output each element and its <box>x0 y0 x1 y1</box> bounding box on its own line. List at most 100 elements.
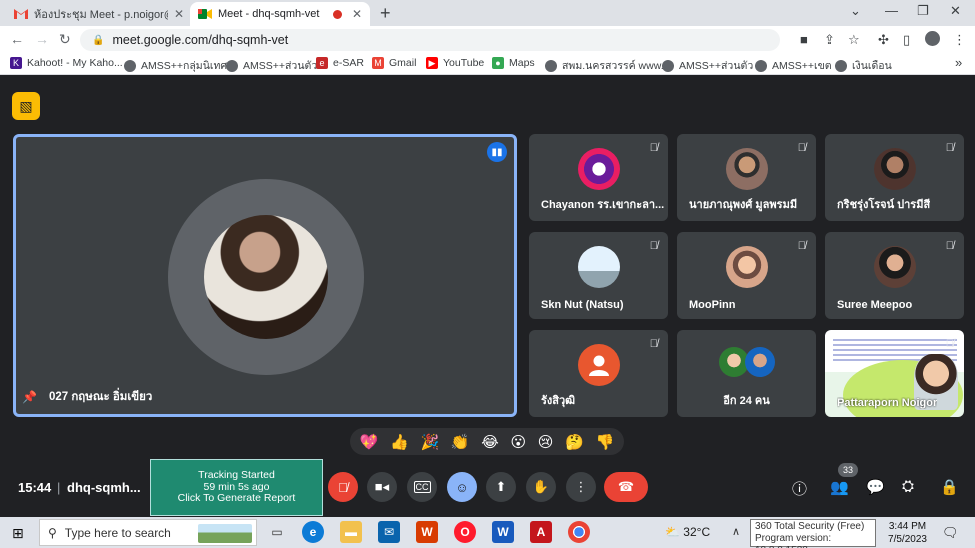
mic-toggle-button[interactable]: 🎙̸ <box>328 472 358 502</box>
file-explorer-icon[interactable]: ▬ <box>340 521 362 543</box>
participant-tile[interactable]: 🎙̸ กริชรุ่งโรจน์ ปารมีสี <box>825 134 964 221</box>
bookmark-star-icon[interactable]: ☆ <box>848 32 860 48</box>
mic-off-icon: 🎙̸ <box>649 240 658 252</box>
bookmark-amss-district[interactable]: AMSS++เขต <box>755 57 832 74</box>
present-screen-icon: ⬆ <box>495 479 507 494</box>
camera-in-use-icon[interactable]: ■ <box>800 32 808 47</box>
more-participants-tile[interactable]: อีก 24 คน <box>677 330 816 417</box>
tab-meet[interactable]: Meet - dhq-sqmh-vet ✕ <box>190 2 370 26</box>
thumbs-down-reaction[interactable]: 👎 <box>595 433 614 451</box>
globe-icon <box>755 59 767 72</box>
leave-call-button[interactable]: ☎ <box>604 472 648 502</box>
tracking-report-button[interactable]: Tracking Started 59 min 5s ago Click To … <box>150 459 323 516</box>
tab-search-icon[interactable]: ⌄ <box>850 3 861 19</box>
windows-start-icon[interactable]: ⊞ <box>12 525 24 542</box>
wps-office-icon[interactable]: W <box>416 521 438 543</box>
meeting-code[interactable]: dhq-sqmh... <box>67 480 141 495</box>
more-options-button[interactable]: ⋮ <box>566 472 596 502</box>
participant-tile[interactable]: 🎙̸ นายภาณุพงศ์ มูลพรมมี <box>677 134 816 221</box>
participant-tile[interactable]: 🎙̸ รังสิวุฒิ <box>529 330 668 417</box>
captions-off-icon: ▧ <box>19 97 33 114</box>
pin-icon[interactable]: 📌 <box>22 390 37 404</box>
close-window-icon[interactable]: ✕ <box>950 3 961 19</box>
tracking-status: Tracking Started <box>198 469 275 481</box>
meeting-details-icon[interactable]: ⓘ <box>792 478 807 499</box>
surprised-reaction[interactable]: 😮 <box>510 433 526 451</box>
tab-gmail-meet-room[interactable]: ห้องประชุม Meet - p.noigor@gmai ✕ <box>6 2 192 26</box>
address-bar[interactable]: 🔒 meet.google.com/dhq-sqmh-vet <box>80 29 780 51</box>
activities-icon[interactable]: ⛭ <box>902 478 914 495</box>
close-tab-icon[interactable]: ✕ <box>174 7 184 21</box>
reload-icon[interactable]: ↻ <box>59 31 71 48</box>
crying-reaction[interactable]: 😢 <box>538 433 554 451</box>
chrome-icon[interactable] <box>568 521 590 543</box>
back-icon[interactable]: ← <box>10 31 24 47</box>
globe-icon <box>226 59 238 72</box>
profile-avatar[interactable] <box>925 31 940 46</box>
bookmark-youtube[interactable]: ▶ YouTube <box>426 57 484 69</box>
opera-icon[interactable]: O <box>454 521 476 543</box>
participant-name: นายภาณุพงศ์ มูลพรมมี <box>689 199 798 211</box>
bookmark-amss-personal-2[interactable]: AMSS++ส่วนตัว <box>662 57 753 74</box>
windows-taskbar: ⊞ ⚲ Type here to search ▭ e ▬ ✉ W O W A … <box>0 517 975 548</box>
captions-icon: CC <box>413 481 431 493</box>
reactions-button[interactable]: ☺ <box>447 472 477 502</box>
captions-button[interactable]: CC <box>407 472 437 502</box>
people-icon[interactable]: 👥 <box>830 478 849 496</box>
bookmark-esar[interactable]: e e-SAR <box>316 57 364 69</box>
bookmark-amss-personal[interactable]: AMSS++ส่วนตัว <box>226 57 317 74</box>
url-text: meet.google.com/dhq-sqmh-vet <box>112 33 289 47</box>
moopinn-avatar <box>725 246 768 288</box>
bookmark-amss-supervision[interactable]: AMSS++กลุ่มนิเทศ <box>124 57 227 74</box>
participant-name: Chayanon รร.เขากะลา... <box>541 199 665 211</box>
avatar-ring <box>168 179 364 375</box>
mic-off-icon: 🎙̸ <box>945 240 954 252</box>
bookmark-gmail[interactable]: M Gmail <box>372 57 416 69</box>
suree-avatar <box>873 246 916 288</box>
participant-tile[interactable]: 🎙̸ MooPinn <box>677 232 816 319</box>
notifications-icon[interactable]: 🗨 <box>942 525 959 541</box>
browser-toolbar: ← → ↻ 🔒 meet.google.com/dhq-sqmh-vet ■ ⇪… <box>0 26 975 53</box>
bookmark-salary[interactable]: เงินเดือน <box>835 57 892 74</box>
more-bookmarks-button[interactable]: » <box>955 55 962 70</box>
minimize-icon[interactable]: — <box>885 3 898 18</box>
participant-tile[interactable]: 🎙̸ Skn Nut (Natsu) <box>529 232 668 319</box>
menu-icon[interactable]: ⋮ <box>953 32 966 48</box>
laughing-reaction[interactable]: 😂 <box>481 433 499 451</box>
system-clock[interactable]: 3:44 PM 7/5/2023 <box>880 520 935 546</box>
restore-icon[interactable]: ❐ <box>917 3 929 19</box>
word-icon[interactable]: W <box>492 521 514 543</box>
forward-icon[interactable]: → <box>35 31 49 47</box>
camera-toggle-button[interactable]: ■◂ <box>367 472 397 502</box>
share-icon[interactable]: ⇪ <box>824 32 835 48</box>
bookmark-spm-nakhonsawan[interactable]: สพม.นครสวรรค์ www.... <box>545 57 672 74</box>
participant-tile[interactable]: 🎙̸ Suree Meepoo <box>825 232 964 319</box>
acrobat-icon[interactable]: A <box>530 521 552 543</box>
sparkling-heart-reaction[interactable]: 💖 <box>360 433 379 451</box>
present-button[interactable]: ⬆ <box>486 472 516 502</box>
clapping-reaction[interactable]: 👏 <box>451 433 470 451</box>
show-hidden-icons-chevron-icon[interactable]: ∧ <box>732 525 740 538</box>
weather-widget[interactable]: ⛅ 32°C <box>665 525 710 539</box>
participant-tile[interactable]: 🎙̸ Chayanon รร.เขากะลา... <box>529 134 668 221</box>
close-tab-icon[interactable]: ✕ <box>352 7 362 21</box>
clock-time: 3:44 PM <box>888 521 927 532</box>
captions-off-button[interactable]: ▧ <box>12 92 40 120</box>
chat-icon[interactable]: 💬 <box>866 478 885 496</box>
party-popper-reaction[interactable]: 🎉 <box>421 433 440 451</box>
thinking-reaction[interactable]: 🤔 <box>565 433 584 451</box>
main-participant-tile[interactable]: ▮▮ 📌 027 กฤษณะ อิ่มเขียว <box>13 134 517 417</box>
taskbar-search-box[interactable]: ⚲ Type here to search <box>39 519 257 546</box>
thumbs-up-reaction[interactable]: 👍 <box>390 433 409 451</box>
bookmark-kahoot[interactable]: K Kahoot! - My Kaho... <box>10 57 123 69</box>
task-view-icon[interactable]: ▭ <box>266 521 288 543</box>
presentation-tile[interactable]: 🎙̸ Pattaraporn Noigor <box>825 330 964 417</box>
host-controls-icon[interactable]: 🔒 <box>940 478 959 496</box>
raise-hand-button[interactable]: ✋ <box>526 472 556 502</box>
new-tab-button[interactable]: + <box>380 3 391 24</box>
mail-icon[interactable]: ✉ <box>378 521 400 543</box>
bookmark-maps[interactable]: ● Maps <box>492 57 535 69</box>
extensions-icon[interactable]: ✣ <box>878 32 889 48</box>
side-panel-icon[interactable]: ▯ <box>903 32 910 48</box>
edge-icon[interactable]: e <box>302 521 324 543</box>
